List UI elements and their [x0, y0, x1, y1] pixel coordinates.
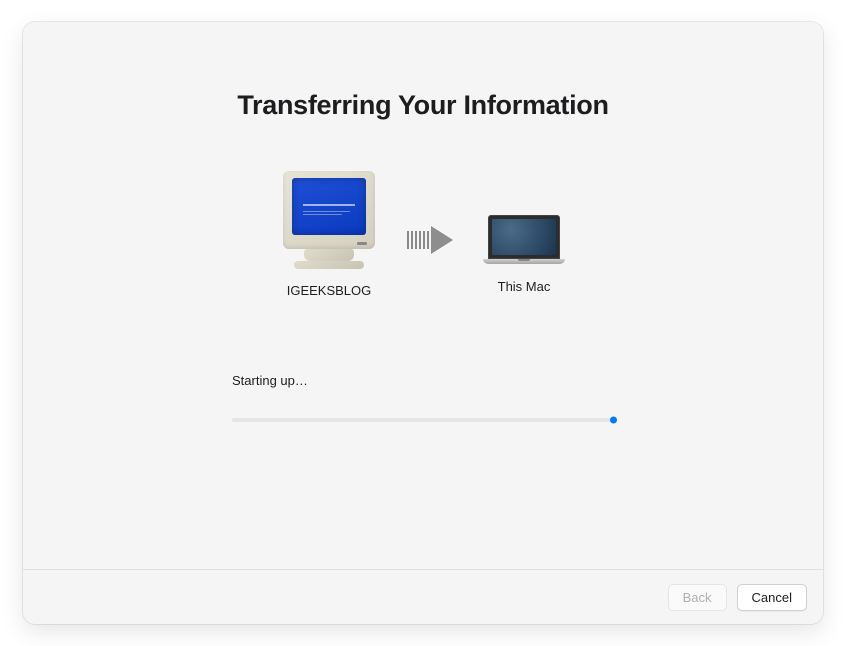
status-text: Starting up…	[232, 373, 614, 388]
destination-device: This Mac	[483, 175, 565, 294]
cancel-button[interactable]: Cancel	[737, 584, 807, 611]
main-content: Transferring Your Information IGEEKSBLOG	[23, 22, 823, 569]
progress-bar	[232, 418, 614, 422]
page-title: Transferring Your Information	[237, 90, 608, 121]
progress-indicator	[610, 417, 617, 424]
source-device: IGEEKSBLOG	[281, 171, 377, 298]
destination-device-label: This Mac	[498, 279, 551, 294]
transfer-arrow-icon	[407, 216, 453, 254]
back-button: Back	[668, 584, 727, 611]
devices-row: IGEEKSBLOG	[281, 171, 565, 298]
status-section: Starting up…	[232, 373, 614, 422]
macbook-icon	[483, 215, 565, 267]
old-pc-icon	[281, 171, 377, 271]
source-device-label: IGEEKSBLOG	[287, 283, 372, 298]
footer: Back Cancel	[23, 569, 823, 624]
migration-assistant-window: Transferring Your Information IGEEKSBLOG	[23, 22, 823, 624]
